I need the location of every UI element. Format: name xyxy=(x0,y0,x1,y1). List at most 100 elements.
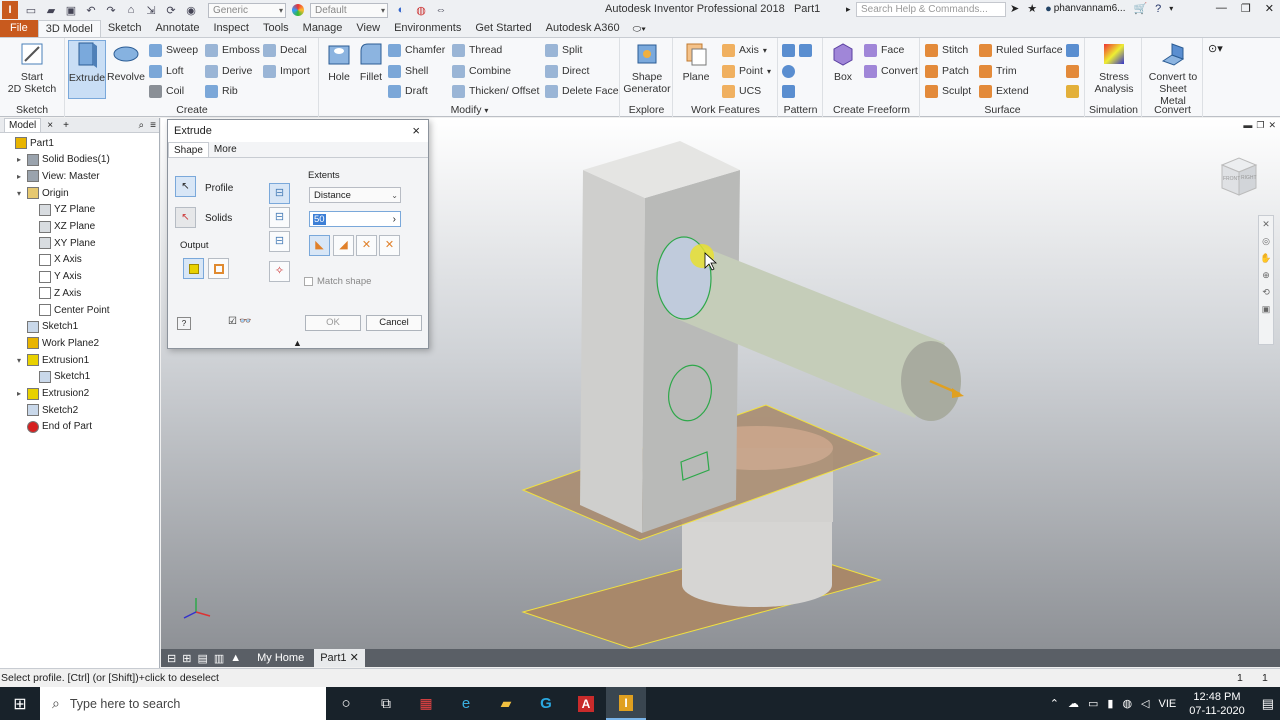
rectangular-pattern-button[interactable] xyxy=(782,42,812,58)
tab-view[interactable]: View xyxy=(349,20,387,37)
favorites-star-icon[interactable]: ★ xyxy=(1027,2,1037,15)
close-icon[interactable]: × xyxy=(47,120,53,131)
search-expand-icon[interactable]: ▸ xyxy=(846,4,851,15)
tree-node[interactable]: Part1 xyxy=(2,135,54,151)
sculpt-button[interactable]: Sculpt xyxy=(925,83,971,99)
look-at-icon[interactable]: ▣ xyxy=(1262,304,1271,315)
cortana-icon[interactable]: ○ xyxy=(326,695,366,712)
windows-start-icon[interactable]: ⊞ xyxy=(0,694,40,714)
clock[interactable]: 12:48 PM 07-11-2020 xyxy=(1189,690,1244,718)
edge-icon[interactable]: e xyxy=(446,695,486,712)
app-icon-1[interactable]: ▦ xyxy=(406,695,446,712)
ribbon-options-icon[interactable]: ⊙▾ xyxy=(1208,42,1223,55)
tree-node[interactable]: Center Point xyxy=(26,302,110,318)
tree-node[interactable]: Work Plane2 xyxy=(14,335,99,351)
hole-button[interactable]: Hole xyxy=(322,40,356,83)
fillet-button[interactable]: Fillet xyxy=(354,40,388,83)
task-view-icon[interactable]: ⧉ xyxy=(366,695,406,712)
tab-environments[interactable]: Environments xyxy=(387,20,468,37)
arrange-icon[interactable]: ▤ xyxy=(197,652,207,665)
close-icon[interactable]: × xyxy=(412,120,428,142)
tab-manage[interactable]: Manage xyxy=(296,20,350,37)
chevron-right-icon[interactable]: › xyxy=(393,214,396,225)
minimize-icon[interactable]: ▬ xyxy=(1243,120,1252,131)
intersect-button[interactable]: ⊟ xyxy=(269,231,290,252)
menu-icon[interactable]: ≡ xyxy=(150,120,156,131)
language-indicator[interactable]: VIE xyxy=(1159,698,1177,710)
expand-toggle-icon[interactable]: ▾ xyxy=(14,189,24,198)
point-button[interactable]: Point ▾ xyxy=(722,63,771,79)
surface-extra-button-1[interactable] xyxy=(1066,42,1079,58)
start-2d-sketch-button[interactable]: Start 2D Sketch xyxy=(4,40,60,95)
pan-icon[interactable]: ✋ xyxy=(1260,253,1271,264)
loft-button[interactable]: Loft xyxy=(149,63,184,79)
tree-node[interactable]: XZ Plane xyxy=(26,219,95,235)
tree-node[interactable]: Sketch1 xyxy=(14,319,78,335)
inventor-taskbar-icon[interactable]: I xyxy=(606,687,646,720)
measure-icon[interactable]: ⇔ xyxy=(434,3,448,17)
expand-toggle-icon[interactable]: ▸ xyxy=(14,172,24,181)
save-icon[interactable]: ▣ xyxy=(64,3,78,17)
battery-icon[interactable]: ▮ xyxy=(1107,697,1113,710)
ucs-button[interactable]: UCS xyxy=(722,83,761,99)
sign-in-arrow-icon[interactable]: ➤ xyxy=(1010,2,1019,15)
close-icon[interactable]: ✕ xyxy=(350,652,359,664)
plane-button[interactable]: Plane xyxy=(678,40,714,83)
direction-flipped-button[interactable]: ◢ xyxy=(333,235,354,256)
home-icon[interactable]: ⌂ xyxy=(124,3,138,17)
zoom-icon[interactable]: ⊕ xyxy=(1262,270,1270,281)
coil-button[interactable]: Coil xyxy=(149,83,184,99)
dialog-title-bar[interactable]: Extrude × xyxy=(168,120,428,142)
join-button[interactable]: ⊟ xyxy=(269,183,290,204)
viewcube-right-label[interactable]: RIGHT xyxy=(1241,175,1257,181)
derive-button[interactable]: Derive xyxy=(205,63,252,79)
volume-icon[interactable]: ◁ xyxy=(1141,697,1149,710)
tile-icon[interactable]: ⊟ xyxy=(167,652,176,665)
minimize-icon[interactable]: — xyxy=(1216,2,1227,15)
axis-button[interactable]: Axis ▾ xyxy=(722,42,767,58)
tree-node[interactable]: XY Plane xyxy=(26,235,96,251)
chamfer-button[interactable]: Chamfer xyxy=(388,42,445,58)
freeform-convert-button[interactable]: Convert xyxy=(864,63,918,79)
select-icon[interactable]: ⇲ xyxy=(144,3,158,17)
tray-chevron-icon[interactable]: ⌃ xyxy=(1050,697,1059,710)
trim-button[interactable]: Trim xyxy=(979,63,1017,79)
steering-wheel-icon[interactable]: ◎ xyxy=(1262,236,1270,247)
help-icon[interactable]: ? xyxy=(177,317,191,330)
freeform-face-button[interactable]: Face xyxy=(864,42,904,58)
help-chevron-icon[interactable]: ▾ xyxy=(1169,4,1173,13)
direction-symmetric-button[interactable]: ✕ xyxy=(356,235,377,256)
expand-toggle-icon[interactable]: ▾ xyxy=(14,356,24,365)
revolve-button[interactable]: Revolve xyxy=(107,40,145,83)
direct-button[interactable]: Direct xyxy=(545,63,589,79)
tab-extras-icon[interactable]: ⬭▾ xyxy=(633,24,646,37)
nav-close-icon[interactable]: ✕ xyxy=(1262,219,1270,230)
viewcube[interactable]: FRONT RIGHT xyxy=(1214,155,1264,200)
tab-3d-model[interactable]: 3D Model xyxy=(37,20,101,37)
tree-node[interactable]: Z Axis xyxy=(26,285,81,301)
taskbar-search[interactable]: ⌕ Type here to search xyxy=(40,687,326,720)
split-button[interactable]: Split xyxy=(545,42,582,58)
decal-button[interactable]: Decal xyxy=(263,42,307,58)
notification-icon[interactable]: ▤ xyxy=(1262,696,1274,712)
material-combo[interactable]: Generic ▾ xyxy=(208,2,286,18)
tab-file[interactable]: File xyxy=(0,20,38,37)
stitch-button[interactable]: Stitch xyxy=(925,42,968,58)
tab-more[interactable]: More xyxy=(209,142,242,157)
base-cylinder[interactable] xyxy=(682,520,832,607)
adjust-icon[interactable]: ◐ xyxy=(394,3,408,17)
tab-get-started[interactable]: Get Started xyxy=(468,20,538,37)
tree-node[interactable]: Sketch1 xyxy=(26,369,90,385)
close-icon[interactable]: ✕ xyxy=(1265,2,1274,15)
appearance-combo[interactable]: Default ▾ xyxy=(310,2,388,18)
sweep-button[interactable]: Sweep xyxy=(149,42,198,58)
extend-button[interactable]: Extend xyxy=(979,83,1029,99)
patch-button[interactable]: Patch xyxy=(925,63,969,79)
expand-toggle-icon[interactable]: ▸ xyxy=(14,389,24,398)
extrude-button[interactable]: Extrude xyxy=(68,40,106,99)
tree-node[interactable]: ▸ Solid Bodies(1) xyxy=(14,152,110,168)
tab-inspect[interactable]: Inspect xyxy=(207,20,256,37)
convert-sheet-metal-button[interactable]: Convert to Sheet Metal xyxy=(1145,40,1201,107)
tree-node[interactable]: Sketch2 xyxy=(14,402,78,418)
app-icon-2[interactable]: G xyxy=(526,695,566,712)
